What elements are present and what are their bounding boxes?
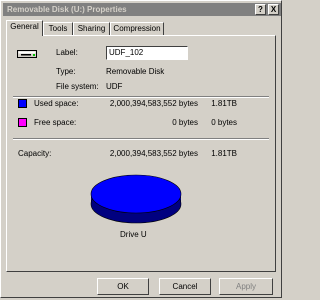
type-value: Removable Disk: [106, 67, 165, 76]
ok-button[interactable]: OK: [97, 278, 149, 295]
drive-label: Drive U: [120, 230, 147, 239]
free-space-size: 0 bytes: [211, 118, 237, 127]
tab-compression[interactable]: Compression: [110, 22, 164, 35]
disk-usage-pie: [90, 174, 182, 224]
capacity-bytes: 2,000,394,583,552 bytes: [109, 149, 198, 158]
separator-bottom: [13, 138, 269, 140]
removable-drive-icon: [17, 50, 37, 58]
cancel-button[interactable]: Cancel: [159, 278, 211, 295]
label-field[interactable]: UDF_102: [106, 46, 188, 60]
used-space-size: 1.81TB: [211, 99, 237, 108]
used-space-swatch: [18, 99, 27, 108]
used-space-bytes: 2,000,394,583,552 bytes: [109, 99, 198, 108]
free-space-caption: Free space:: [34, 118, 77, 127]
capacity-caption: Capacity:: [18, 149, 52, 158]
close-button[interactable]: X: [268, 4, 279, 15]
properties-window: Removable Disk (U:) Properties ? X Gener…: [0, 0, 282, 298]
file-system-caption: File system:: [56, 82, 99, 91]
window-title: Removable Disk (U:) Properties: [7, 5, 127, 14]
title-bar[interactable]: Removable Disk (U:) Properties ? X: [3, 3, 281, 16]
tab-tools[interactable]: Tools: [43, 22, 73, 35]
capacity-size: 1.81TB: [211, 149, 237, 158]
apply-button[interactable]: Apply: [219, 278, 273, 295]
file-system-value: UDF: [106, 82, 123, 91]
used-space-caption: Used space:: [34, 99, 79, 108]
separator-top: [13, 96, 269, 98]
free-space-bytes: 0 bytes: [172, 118, 198, 127]
tab-sharing[interactable]: Sharing: [73, 22, 110, 35]
tab-general[interactable]: General: [6, 20, 43, 36]
free-space-swatch: [18, 118, 27, 127]
general-panel: Label: UDF_102 Type: Removable Disk File…: [6, 35, 276, 272]
type-caption: Type:: [56, 67, 76, 76]
help-button[interactable]: ?: [255, 4, 266, 15]
label-caption: Label:: [56, 48, 78, 57]
used-space-slice: [90, 174, 182, 214]
